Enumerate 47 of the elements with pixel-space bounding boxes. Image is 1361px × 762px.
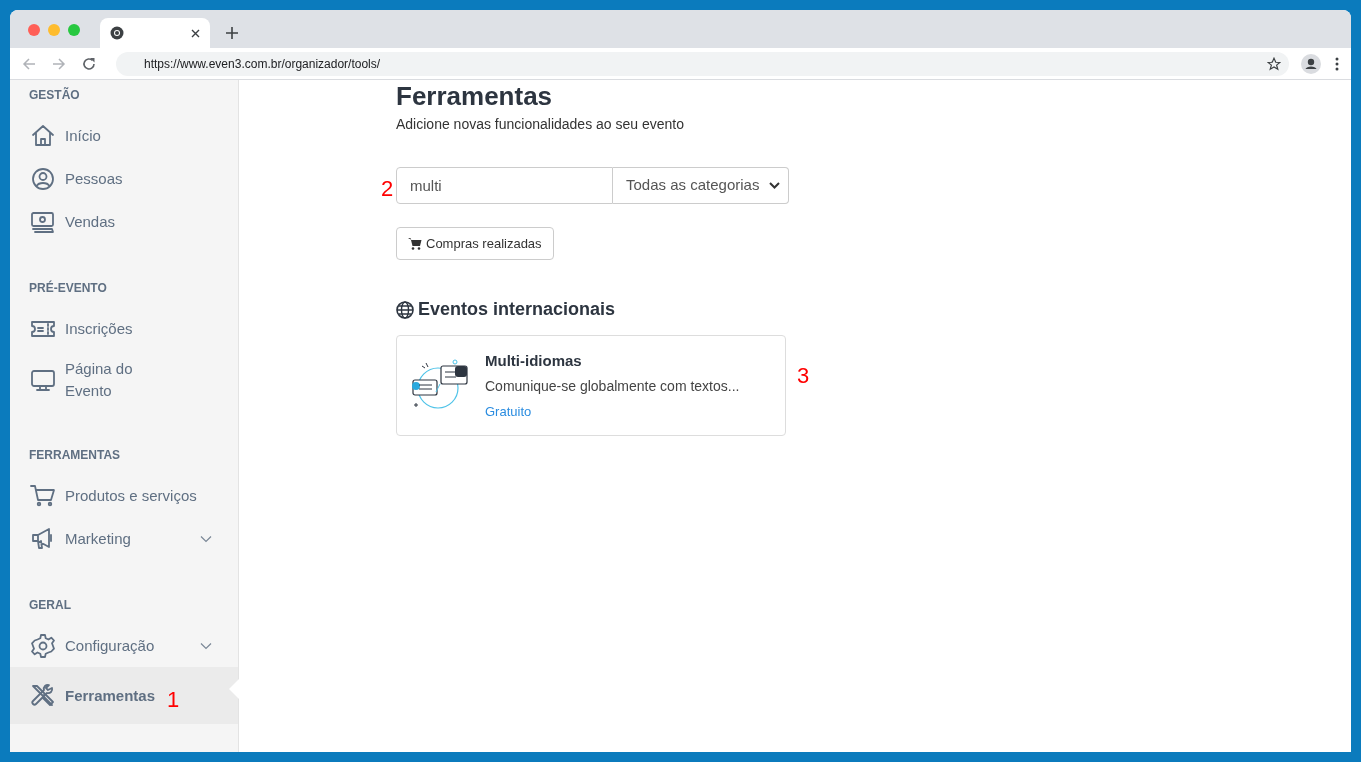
cart-icon [408, 237, 422, 250]
menu-icon[interactable] [1335, 56, 1339, 71]
annotation-number: 3 [797, 362, 810, 390]
gear-icon [30, 632, 56, 659]
sidebar-item[interactable]: Vendas [10, 200, 238, 243]
page-title: Ferramentas [396, 81, 554, 111]
chevron-down-icon[interactable] [200, 641, 212, 650]
annotation-number: 2 [381, 175, 394, 203]
card-title: Multi-idiomas [485, 350, 583, 371]
annotation-number: 1 [167, 686, 180, 714]
section-heading: GESTÃO [28, 86, 81, 104]
sidebar-item[interactable]: Início [10, 114, 238, 157]
monitor-icon [30, 367, 56, 393]
address-bar[interactable]: https://www.even3.com.br/organizador/tools/ [116, 51, 1289, 76]
tool-card[interactable]: Multi-idiomas Comunique-se globalmente com textos... Gratuito [396, 335, 786, 436]
section-heading: PRÉ-EVENTO [28, 279, 108, 297]
sidebar-item[interactable]: Inscrições [10, 307, 238, 350]
section-heading: FERRAMENTAS [28, 447, 122, 464]
sidebar-item[interactable]: Configuração [10, 624, 238, 667]
browser-tab[interactable] [100, 18, 210, 48]
purchases-button[interactable]: Compras realizadas [396, 227, 554, 260]
sidebar-item[interactable]: Ferramentas 1 [10, 667, 238, 724]
category-dropdown[interactable]: Todas as categorias [613, 167, 789, 204]
chevron-down-icon[interactable] [200, 534, 212, 543]
profile-avatar-icon[interactable] [1301, 53, 1321, 74]
close-tab-icon[interactable] [191, 28, 200, 38]
user-circle-icon [30, 165, 56, 192]
page-subtitle: Adicione novas funcionalidades ao seu evento [396, 115, 685, 134]
sidebar-item[interactable]: Produtos e serviços [10, 474, 238, 517]
browser-logo-icon [110, 26, 124, 40]
wrench-screwdriver-icon [30, 682, 56, 709]
sidebar-item[interactable]: Pessoas [10, 157, 238, 200]
section-heading: GERAL [28, 597, 72, 614]
chevron-down-icon [769, 182, 780, 189]
price-label: Gratuito [485, 403, 533, 421]
search-field[interactable]: multi [396, 167, 613, 204]
reload-icon[interactable] [82, 56, 96, 71]
sidebar-item[interactable]: Página do Evento [10, 350, 238, 410]
home-icon [30, 122, 56, 149]
bookmark-star-icon[interactable] [1267, 56, 1281, 71]
sidebar-item[interactable]: Marketing [10, 517, 238, 560]
card-description: Comunique-se globalmente com textos... [485, 377, 740, 396]
cart-icon [30, 482, 56, 509]
address-text: https://www.even3.com.br/organizador/tools/ [144, 55, 382, 73]
section-title: Eventos internacionais [418, 298, 616, 321]
globe-icon [396, 300, 414, 319]
new-tab-icon[interactable] [226, 27, 238, 39]
